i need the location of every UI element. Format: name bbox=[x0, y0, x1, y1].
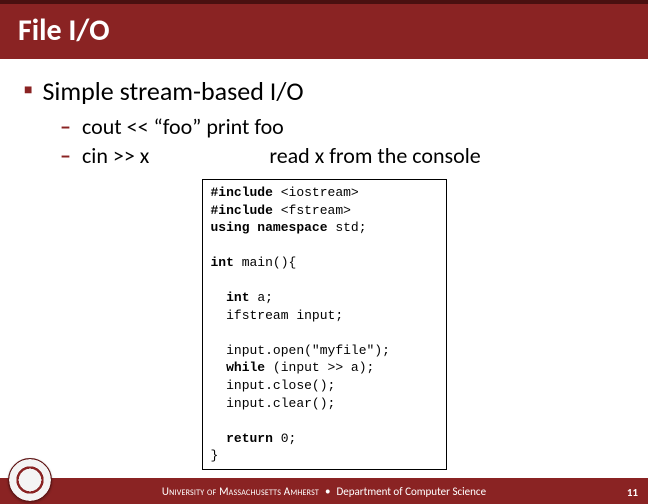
code-text: input.open("myfile"); bbox=[211, 343, 390, 358]
code-text: main(){ bbox=[234, 255, 296, 270]
sub-bullet-list: – cout << “foo” print foo – cin >> x rea… bbox=[60, 113, 624, 169]
sub-bullet-item: – cout << “foo” print foo bbox=[60, 113, 624, 140]
university-seal-icon bbox=[8, 458, 52, 502]
footer-bar: University of Massachusetts Amherst • De… bbox=[0, 478, 648, 504]
code-text: (input >> a); bbox=[265, 360, 374, 375]
code-keyword: using namespace bbox=[211, 220, 328, 235]
code-text: a; bbox=[250, 290, 273, 305]
page-number: 11 bbox=[627, 486, 638, 499]
dash-icon: – bbox=[60, 113, 74, 140]
sub-bullet-text-left: cin >> x bbox=[82, 142, 149, 169]
slide-content: ■ Simple stream-based I/O – cout << “foo… bbox=[0, 59, 648, 470]
main-bullet: ■ Simple stream-based I/O bbox=[24, 75, 624, 107]
bullet-square-icon: ■ bbox=[24, 83, 32, 97]
dash-icon: – bbox=[60, 142, 74, 169]
sub-bullet-item: – cin >> x read x from the console bbox=[60, 142, 624, 169]
code-text: <iostream> bbox=[273, 185, 359, 200]
code-example: #include <iostream> #include <fstream> u… bbox=[202, 179, 447, 470]
code-keyword: int bbox=[211, 255, 234, 270]
code-keyword: int bbox=[211, 290, 250, 305]
code-text: input.close(); bbox=[211, 378, 336, 393]
code-text: <fstream> bbox=[273, 203, 351, 218]
code-keyword: while bbox=[211, 360, 266, 375]
code-keyword: #include bbox=[211, 203, 273, 218]
footer-department: Department of Computer Science bbox=[337, 485, 487, 498]
code-text: ifstream input; bbox=[211, 308, 344, 323]
code-text: std; bbox=[328, 220, 367, 235]
footer-university: University of Massachusetts Amherst bbox=[162, 485, 319, 498]
sub-bullet-text-right: read x from the console bbox=[269, 142, 480, 169]
title-bar: File I/O bbox=[0, 0, 648, 59]
code-keyword: #include bbox=[211, 185, 273, 200]
slide-title: File I/O bbox=[18, 12, 630, 49]
code-text: input.clear(); bbox=[211, 396, 336, 411]
footer-separator: • bbox=[325, 485, 330, 498]
code-keyword: return bbox=[211, 431, 273, 446]
main-bullet-text: Simple stream-based I/O bbox=[42, 75, 303, 107]
sub-bullet-text: cout << “foo” print foo bbox=[82, 113, 284, 140]
code-text: 0; bbox=[273, 431, 296, 446]
code-text: } bbox=[211, 448, 219, 463]
